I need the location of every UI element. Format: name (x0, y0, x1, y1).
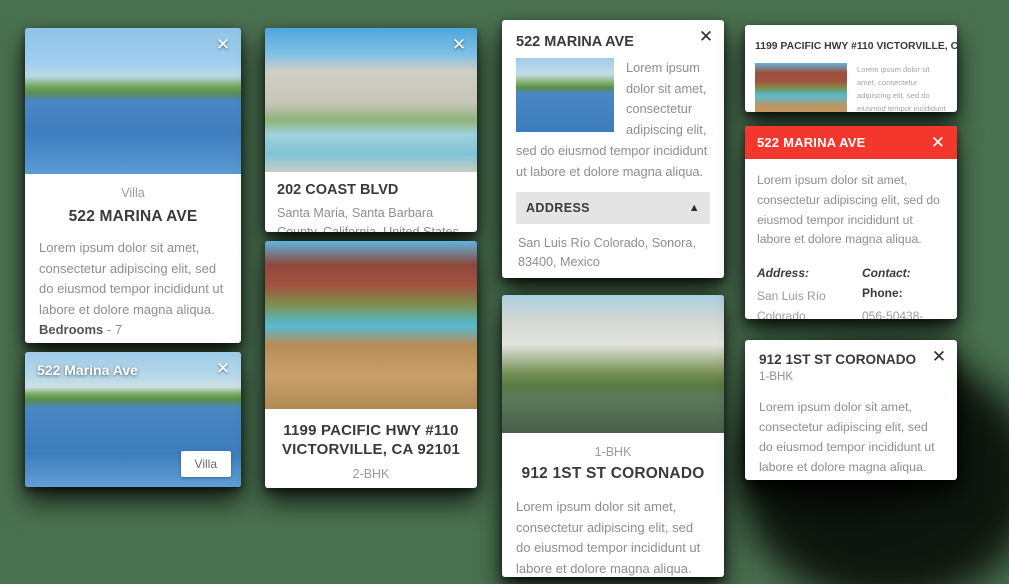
phone-value: 056-50438-4574 (862, 309, 924, 319)
close-icon[interactable]: ✕ (449, 36, 469, 56)
address-value: San Luis Río Colorado, Sonora, 83400, Me… (757, 289, 826, 319)
property-title: 912 1ST ST CORONADO (521, 465, 705, 482)
close-icon[interactable]: ✕ (929, 348, 949, 368)
contact-column: Contact: Phone: 056-50438-4574 (862, 266, 945, 319)
card-marina-accordion-intro: Lorem ipsum dolor sit amet, consectetur … (502, 58, 724, 182)
contact-label: Contact: (862, 266, 911, 281)
property-description: Lorem ipsum dolor sit amet, consectetur … (39, 240, 224, 317)
property-title: 522 MARINA AVE (757, 135, 866, 150)
spec-bedrooms-sep: - (106, 322, 115, 338)
card-coronado-photo-body: 1-BHK 912 1ST ST CORONADO Lorem ipsum do… (502, 433, 724, 577)
property-thumbnail (755, 63, 847, 112)
property-description: Lorem ipsum dolor sit amet, consectetur … (857, 65, 946, 112)
card-coronado-photo-image (502, 295, 724, 433)
card-coronado-photo[interactable]: 1-BHK 912 1ST ST CORONADO Lorem ipsum do… (502, 295, 724, 577)
property-config-label: 1-BHK (594, 445, 632, 459)
card-marina-red-header: 522 MARINA AVE ✕ (745, 126, 957, 159)
property-title: 912 1ST ST CORONADO (759, 352, 917, 367)
property-type-label: Villa (121, 186, 145, 200)
close-icon[interactable]: ✕ (696, 28, 716, 48)
card-pacific-hwy-body: 1199 PACIFIC HWY #110 VICTORVILLE, CA 92… (265, 409, 477, 488)
card-marina-red[interactable]: 522 MARINA AVE ✕ Lorem ipsum dolor sit a… (745, 126, 957, 319)
property-title: 1199 PACIFIC HWY #110 VICTORVILLE, CA 92… (281, 422, 461, 459)
property-title: 202 COAST BLVD (277, 182, 399, 198)
spec-bedrooms-value: 7 (114, 322, 123, 338)
card-pacific-hwy-compact[interactable]: 1199 PACIFIC HWY #110 VICTORVILLE, CA 92… (745, 25, 957, 112)
card-villa-detail-body: Villa 522 MARINA AVE Lorem ipsum dolor s… (25, 174, 241, 343)
property-title: 1199 PACIFIC HWY #110 VICTORVILLE, CA 92… (755, 40, 957, 52)
card-pacific-hwy-compact-body: Lorem ipsum dolor sit amet, consectetur … (745, 63, 957, 112)
card-marina-overlay[interactable]: 522 Marina Ave ✕ Villa (25, 352, 241, 487)
card-coast-blvd-image (265, 28, 477, 172)
close-icon[interactable]: ✕ (213, 36, 233, 56)
card-gallery-canvas: ✕ Villa 522 MARINA AVE Lorem ipsum dolor… (0, 0, 1009, 584)
card-marina-overlay-imagewrap: 522 Marina Ave ✕ Villa (25, 352, 241, 487)
property-title: 522 MARINA AVE (68, 208, 198, 225)
card-villa-detail[interactable]: ✕ Villa 522 MARINA AVE Lorem ipsum dolor… (25, 28, 241, 343)
card-villa-detail-image (25, 28, 241, 174)
accordion-header-address[interactable]: ADDRESS ▲ (516, 192, 710, 225)
card-pacific-hwy-image (265, 241, 477, 409)
property-description: Lorem ipsum dolor sit amet, consectetur … (759, 400, 935, 475)
spec-bedrooms-label: Bedrooms (39, 322, 104, 338)
property-description: Lorem ipsum dolor sit amet, consectetur … (757, 173, 940, 247)
spec-bathrooms: Bathrooms - 7 (39, 341, 227, 344)
chevron-up-icon: ▲ (688, 202, 700, 215)
card-marina-accordion[interactable]: 522 MARINA AVE ✕ Lorem ipsum dolor sit a… (502, 20, 724, 278)
property-type-badge[interactable]: Villa (180, 451, 231, 477)
property-config-label: 2-BHK (352, 467, 390, 482)
spec-bedrooms: Bedrooms - 7 (39, 320, 227, 341)
property-config-label: 1-BHK (759, 370, 794, 383)
address-label: Address: (757, 266, 810, 281)
property-description: Lorem ipsum dolor sit amet, consectetur … (516, 499, 701, 576)
property-thumbnail (516, 58, 614, 132)
card-marina-accordion-header: 522 MARINA AVE ✕ (502, 20, 724, 58)
card-pacific-hwy[interactable]: 1199 PACIFIC HWY #110 VICTORVILLE, CA 92… (265, 241, 477, 488)
card-coronado-plain[interactable]: 912 1ST ST CORONADO ✕ 1-BHK Lorem ipsum … (745, 340, 957, 480)
accordion-label-address: ADDRESS (526, 201, 590, 216)
close-icon[interactable]: ✕ (931, 134, 945, 151)
card-marina-red-details: Address: San Luis Río Colorado, Sonora, … (757, 266, 945, 319)
property-title: 522 MARINA AVE (516, 34, 634, 50)
card-coast-blvd-body: 202 COAST BLVD Santa Maria, Santa Barbar… (265, 172, 477, 232)
close-icon[interactable]: ✕ (213, 360, 233, 380)
accordion-content-address: San Luis Río Colorado, Sonora, 83400, Me… (518, 236, 696, 270)
card-marina-red-body: Lorem ipsum dolor sit amet, consectetur … (745, 159, 957, 319)
card-coronado-plain-body: 912 1ST ST CORONADO ✕ 1-BHK Lorem ipsum … (745, 340, 957, 480)
address-column: Address: San Luis Río Colorado, Sonora, … (757, 266, 840, 319)
overlay-title: 522 Marina Ave (37, 362, 138, 378)
property-address: Santa Maria, Santa Barbara County, Calif… (277, 206, 459, 232)
card-coast-blvd[interactable]: ✕ 202 COAST BLVD Santa Maria, Santa Barb… (265, 28, 477, 232)
phone-label: Phone: (862, 286, 903, 301)
card-pacific-hwy-compact-header: 1199 PACIFIC HWY #110 VICTORVILLE, CA 92… (745, 25, 957, 63)
